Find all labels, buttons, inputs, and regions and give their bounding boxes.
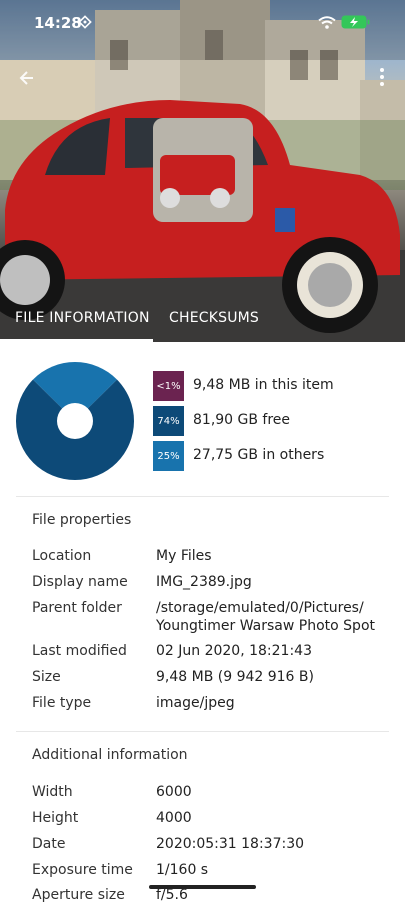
property-value-parent-folder: /storage/emulated/0/Pictures/ xyxy=(156,600,364,616)
file-information-panel: <1% 9,48 MB in this item 74% 81,90 GB fr… xyxy=(0,342,405,903)
section-divider xyxy=(16,731,389,732)
tab-bar: FILE INFORMATION CHECKSUMS xyxy=(0,300,405,342)
property-key-date: Date xyxy=(32,836,66,852)
photo-illustration xyxy=(0,0,405,342)
property-value-last-modified: 02 Jun 2020, 18:21:43 xyxy=(156,643,312,659)
donut-hole xyxy=(57,403,93,439)
additional-information-title: Additional information xyxy=(32,747,188,763)
property-value-date: 2020:05:31 18:37:30 xyxy=(156,836,305,852)
legend-label-others: 27,75 GB in others xyxy=(193,447,325,463)
header-photo xyxy=(0,0,405,342)
property-key-exposure-time: Exposure time xyxy=(32,862,133,878)
property-key-last-modified: Last modified xyxy=(32,643,127,659)
screen-rotation-icon xyxy=(78,15,92,29)
property-value-width: 6000 xyxy=(156,784,192,800)
more-vertical-icon[interactable] xyxy=(378,66,386,88)
property-value-location: My Files xyxy=(156,548,212,564)
property-key-display-name: Display name xyxy=(32,574,128,590)
file-properties-title: File properties xyxy=(32,512,132,528)
battery-charging-icon xyxy=(341,15,370,29)
wifi-icon xyxy=(318,16,336,29)
legend-label-this-item: 9,48 MB in this item xyxy=(193,377,334,393)
legend-swatch-free: 74% xyxy=(153,406,184,436)
status-time: 14:28 xyxy=(34,14,82,32)
property-value-display-name: IMG_2389.jpg xyxy=(156,574,252,590)
legend-swatch-this-item: <1% xyxy=(153,371,184,401)
home-indicator[interactable] xyxy=(149,885,256,889)
property-value-aperture-size: f/5.6 xyxy=(156,887,188,903)
property-value-size: 9,48 MB (9 942 916 B) xyxy=(156,669,314,685)
property-key-parent-folder: Parent folder xyxy=(32,600,122,616)
property-value-exposure-time: 1/160 s xyxy=(156,862,209,878)
property-key-aperture-size: Aperture size xyxy=(32,887,125,903)
property-value-parent-folder-line2: Youngtimer Warsaw Photo Spot xyxy=(156,618,375,634)
section-divider xyxy=(16,496,389,497)
tab-file-information[interactable]: FILE INFORMATION xyxy=(15,310,150,326)
property-key-file-type: File type xyxy=(32,695,92,711)
property-key-size: Size xyxy=(32,669,61,685)
legend-label-free: 81,90 GB free xyxy=(193,412,291,428)
legend-swatch-others: 25% xyxy=(153,441,184,471)
property-key-height: Height xyxy=(32,810,79,826)
storage-usage-chart xyxy=(16,362,134,480)
property-key-location: Location xyxy=(32,548,92,564)
property-value-height: 4000 xyxy=(156,810,192,826)
tab-checksums[interactable]: CHECKSUMS xyxy=(169,310,259,326)
property-value-file-type: image/jpeg xyxy=(156,695,235,711)
back-arrow-icon[interactable] xyxy=(18,68,38,88)
property-key-width: Width xyxy=(32,784,73,800)
status-bar: 14:28 xyxy=(0,0,405,44)
